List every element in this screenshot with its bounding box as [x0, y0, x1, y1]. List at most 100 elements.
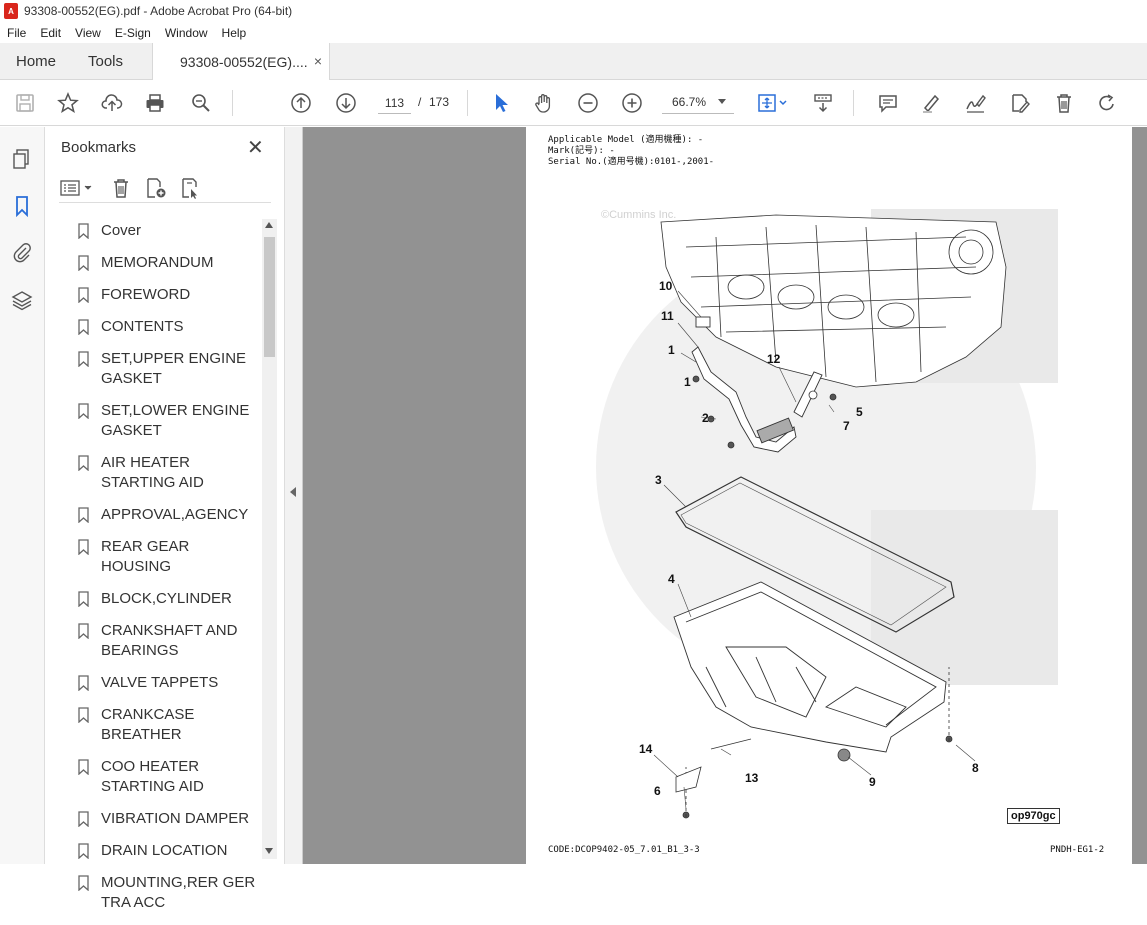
delete-bookmark-icon[interactable] — [109, 176, 133, 200]
zoom-in-icon[interactable] — [619, 90, 645, 116]
callout-7: 7 — [843, 419, 850, 433]
menu-file[interactable]: File — [0, 26, 33, 40]
comment-icon[interactable] — [875, 90, 901, 116]
toolbar-separator — [467, 90, 468, 116]
edit-icon[interactable] — [1007, 90, 1033, 116]
chevron-down-icon — [718, 99, 726, 104]
bookmark-item-crankcase-breather[interactable]: CRANKCASE BREATHER — [75, 705, 261, 745]
scroll-down-icon[interactable] — [265, 848, 273, 854]
bookmark-label: REAR GEAR HOUSING — [101, 538, 190, 575]
menu-window[interactable]: Window — [158, 26, 215, 40]
copyright-watermark: ©Cummins Inc. — [601, 209, 677, 221]
bookmark-item-cover[interactable]: Cover — [75, 221, 261, 241]
bookmark-item-block-cylinder[interactable]: BLOCK,CYLINDER — [75, 589, 261, 609]
bookmark-item-memorandum[interactable]: MEMORANDUM — [75, 253, 261, 273]
callout-5: 5 — [856, 405, 863, 419]
callout-10: 10 — [659, 279, 673, 293]
menu-esign[interactable]: E-Sign — [108, 26, 158, 40]
star-icon[interactable] — [55, 90, 81, 116]
page-separator: / — [418, 95, 422, 109]
bookmark-label: SET,UPPER ENGINE GASKET — [101, 350, 247, 387]
zoom-out-icon[interactable] — [575, 90, 601, 116]
bookmark-label: VALVE TAPPETS — [101, 674, 219, 691]
highlight-icon[interactable] — [918, 90, 944, 116]
select-cursor-icon[interactable] — [488, 90, 514, 116]
bookmark-icon — [78, 875, 89, 891]
toolbar-separator — [853, 90, 854, 116]
page-number-input[interactable] — [378, 92, 411, 114]
bookmark-label: VIBRATION DAMPER — [101, 810, 250, 827]
bookmark-item-crankshaft[interactable]: CRANKSHAFT AND BEARINGS — [75, 621, 261, 661]
sign-icon[interactable] — [962, 90, 988, 116]
bookmark-icon — [78, 507, 89, 523]
zoom-value: 66.7% — [672, 95, 707, 109]
bookmark-icon — [78, 675, 89, 691]
bookmark-item-upper-gasket[interactable]: SET,UPPER ENGINE GASKET — [75, 349, 261, 389]
bookmark-item-foreword[interactable]: FOREWORD — [75, 285, 261, 305]
callout-1-lower: 1 — [684, 375, 691, 389]
new-bookmark-icon[interactable] — [144, 176, 168, 200]
bookmark-icon — [78, 623, 89, 639]
tab-home[interactable]: Home — [16, 53, 56, 70]
bookmark-icon — [78, 455, 89, 471]
bookmark-item-drain-location[interactable]: DRAIN LOCATION — [75, 841, 261, 861]
bookmark-item-vibration-damper[interactable]: VIBRATION DAMPER — [75, 809, 261, 829]
bookmark-item-contents[interactable]: CONTENTS — [75, 317, 261, 337]
callout-2: 2 — [702, 411, 709, 425]
bookmark-label: CRANKSHAFT AND BEARINGS — [101, 622, 238, 659]
menu-help[interactable]: Help — [215, 26, 254, 40]
tab-tools[interactable]: Tools — [88, 53, 123, 70]
scrollbar-thumb[interactable] — [264, 237, 275, 357]
delete-icon[interactable] — [1051, 90, 1077, 116]
total-pages: 173 — [429, 95, 450, 109]
bookmarks-title: Bookmarks — [61, 139, 137, 156]
left-navigation-rail — [0, 127, 45, 864]
bookmark-icon — [78, 591, 89, 607]
collapse-panel-icon[interactable] — [290, 487, 296, 497]
bookmark-label: MOUNTING,RER GER TRA ACC — [101, 874, 256, 911]
tab-close-icon[interactable]: × — [314, 53, 322, 69]
bookmark-icon — [78, 403, 89, 419]
acrobat-pdf-icon: A — [4, 3, 18, 19]
attachments-icon[interactable] — [10, 240, 34, 264]
bookmark-icon — [78, 287, 89, 303]
find-icon[interactable] — [188, 90, 214, 116]
bookmark-item-mounting[interactable]: MOUNTING,RER GER TRA ACC — [75, 873, 261, 913]
main-toolbar: / 173 66.7% — [0, 80, 1147, 126]
rotate-icon[interactable] — [1094, 90, 1120, 116]
bookmark-options-icon[interactable] — [59, 176, 97, 200]
bookmark-item-approval[interactable]: APPROVAL,AGENCY — [75, 505, 261, 525]
upload-icon[interactable] — [99, 90, 125, 116]
menu-view[interactable]: View — [68, 26, 108, 40]
bookmark-item-lower-gasket[interactable]: SET,LOWER ENGINE GASKET — [75, 401, 261, 441]
layers-icon[interactable] — [10, 288, 34, 312]
fit-page-icon[interactable] — [755, 90, 791, 116]
zoom-dropdown[interactable]: 66.7% — [662, 92, 734, 114]
bookmark-item-air-heater[interactable]: AIR HEATER STARTING AID — [75, 453, 261, 493]
page-thumbnails-icon[interactable] — [10, 147, 34, 171]
panel-splitter[interactable] — [285, 127, 303, 864]
bookmarks-panel-icon[interactable] — [10, 194, 34, 218]
bookmark-label: FOREWORD — [101, 286, 191, 303]
bookmark-search-icon[interactable] — [179, 176, 203, 200]
tab-bar: Home Tools 93308-00552(EG).... × — [0, 43, 1147, 80]
hand-icon[interactable] — [531, 90, 557, 116]
tab-document[interactable]: 93308-00552(EG).... × — [152, 43, 330, 80]
scroll-mode-icon[interactable] — [810, 90, 836, 116]
menu-edit[interactable]: Edit — [33, 26, 68, 40]
next-page-icon[interactable] — [333, 90, 359, 116]
bookmarks-scrollbar[interactable] — [262, 219, 277, 859]
document-viewport[interactable]: Applicable Model (適用機種): - Mark(記号): - S… — [303, 127, 1147, 864]
bookmark-item-coo-heater[interactable]: COO HEATER STARTING AID — [75, 757, 261, 797]
close-icon[interactable]: ✕ — [247, 135, 264, 160]
prev-page-icon[interactable] — [288, 90, 314, 116]
bookmark-icon — [78, 811, 89, 827]
bookmark-icon — [78, 843, 89, 859]
print-icon[interactable] — [142, 90, 168, 116]
bookmark-item-rear-gear[interactable]: REAR GEAR HOUSING — [75, 537, 261, 577]
page-footer-code: CODE:DCOP9402-05_7.01_B1_3-3 — [548, 845, 700, 855]
figure-id-label: op970gc — [1007, 808, 1060, 824]
save-icon[interactable] — [12, 90, 38, 116]
bookmark-item-valve-tappets[interactable]: VALVE TAPPETS — [75, 673, 261, 693]
scroll-up-icon[interactable] — [265, 222, 273, 228]
